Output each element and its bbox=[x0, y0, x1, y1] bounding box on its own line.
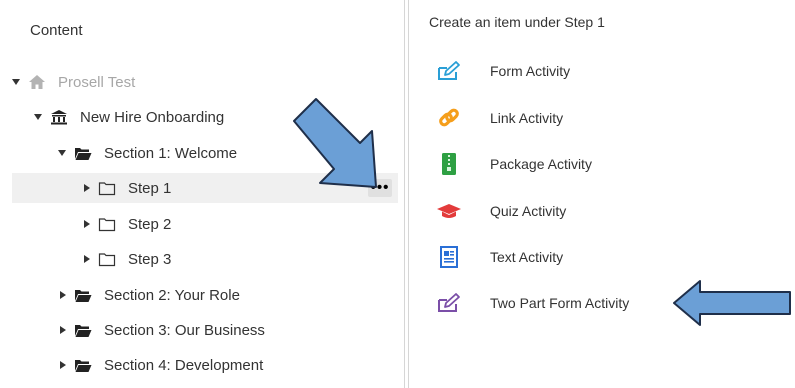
building-icon bbox=[50, 109, 68, 125]
folder-icon bbox=[98, 180, 116, 196]
home-icon bbox=[28, 74, 46, 90]
tree-item-label: Section 2: Your Role bbox=[104, 286, 240, 304]
tree-item-label: Step 3 bbox=[128, 250, 172, 268]
caret-right-icon[interactable] bbox=[84, 184, 90, 192]
pane-title: Content bbox=[30, 22, 83, 39]
activity-text[interactable]: Text Activity bbox=[436, 242, 563, 272]
two-part-form-icon bbox=[436, 292, 462, 314]
form-edit-icon bbox=[436, 60, 462, 82]
activity-link[interactable]: Link Activity bbox=[436, 103, 563, 133]
folder-icon bbox=[98, 216, 116, 232]
tree-item-label: Step 1 bbox=[128, 179, 172, 197]
caret-right-icon[interactable] bbox=[60, 361, 66, 369]
tree-item-label: New Hire Onboarding bbox=[80, 108, 225, 126]
open-folder-icon bbox=[74, 145, 92, 161]
caret-down-icon[interactable] bbox=[12, 79, 20, 85]
activity-label: Link Activity bbox=[490, 110, 564, 126]
tree-item-label: Prosell Test bbox=[58, 73, 136, 91]
tree-item-section-4[interactable]: Section 4: Development bbox=[0, 350, 400, 380]
text-document-icon bbox=[436, 246, 462, 268]
activity-package[interactable]: Package Activity bbox=[436, 149, 592, 179]
tree-item-step-3[interactable]: Step 3 bbox=[0, 244, 400, 274]
activity-label: Form Activity bbox=[490, 63, 571, 79]
activity-label: Package Activity bbox=[490, 156, 592, 172]
graduation-cap-icon bbox=[436, 200, 462, 222]
content-tree-pane: Content Prosell Test New Hire Onboarding bbox=[0, 0, 404, 388]
tree-item-label: Section 4: Development bbox=[104, 356, 264, 374]
tree-item-prosell-test[interactable]: Prosell Test bbox=[0, 67, 400, 97]
caret-down-icon[interactable] bbox=[34, 114, 42, 120]
link-icon bbox=[436, 107, 462, 129]
caret-right-icon[interactable] bbox=[60, 326, 66, 334]
activity-label: Text Activity bbox=[490, 249, 564, 265]
tree-item-section-3[interactable]: Section 3: Our Business bbox=[0, 315, 400, 345]
activity-label: Two Part Form Activity bbox=[490, 295, 630, 311]
open-folder-icon bbox=[74, 357, 92, 373]
activity-two-part-form[interactable]: Two Part Form Activity bbox=[436, 288, 629, 318]
tree-item-label: Step 2 bbox=[128, 215, 172, 233]
create-item-title: Create an item under Step 1 bbox=[429, 14, 605, 30]
activity-label: Quiz Activity bbox=[490, 203, 567, 219]
caret-down-icon[interactable] bbox=[58, 150, 66, 156]
tree-item-step-2[interactable]: Step 2 bbox=[0, 209, 400, 239]
callout-arrow-left bbox=[673, 280, 791, 326]
tree-item-label: Section 3: Our Business bbox=[104, 321, 265, 339]
caret-right-icon[interactable] bbox=[84, 255, 90, 263]
caret-right-icon[interactable] bbox=[84, 220, 90, 228]
folder-icon bbox=[98, 251, 116, 267]
pane-divider[interactable] bbox=[404, 0, 409, 388]
tree-item-section-2[interactable]: Section 2: Your Role bbox=[0, 280, 400, 310]
caret-right-icon[interactable] bbox=[60, 291, 66, 299]
activity-form[interactable]: Form Activity bbox=[436, 56, 570, 86]
open-folder-icon bbox=[74, 322, 92, 338]
tree-item-label: Section 1: Welcome bbox=[104, 144, 238, 162]
open-folder-icon bbox=[74, 287, 92, 303]
activity-quiz[interactable]: Quiz Activity bbox=[436, 196, 566, 226]
callout-arrow-down-right bbox=[293, 98, 377, 188]
create-item-pane: Create an item under Step 1 Form Activit… bbox=[410, 0, 795, 388]
package-zip-icon bbox=[436, 153, 462, 175]
